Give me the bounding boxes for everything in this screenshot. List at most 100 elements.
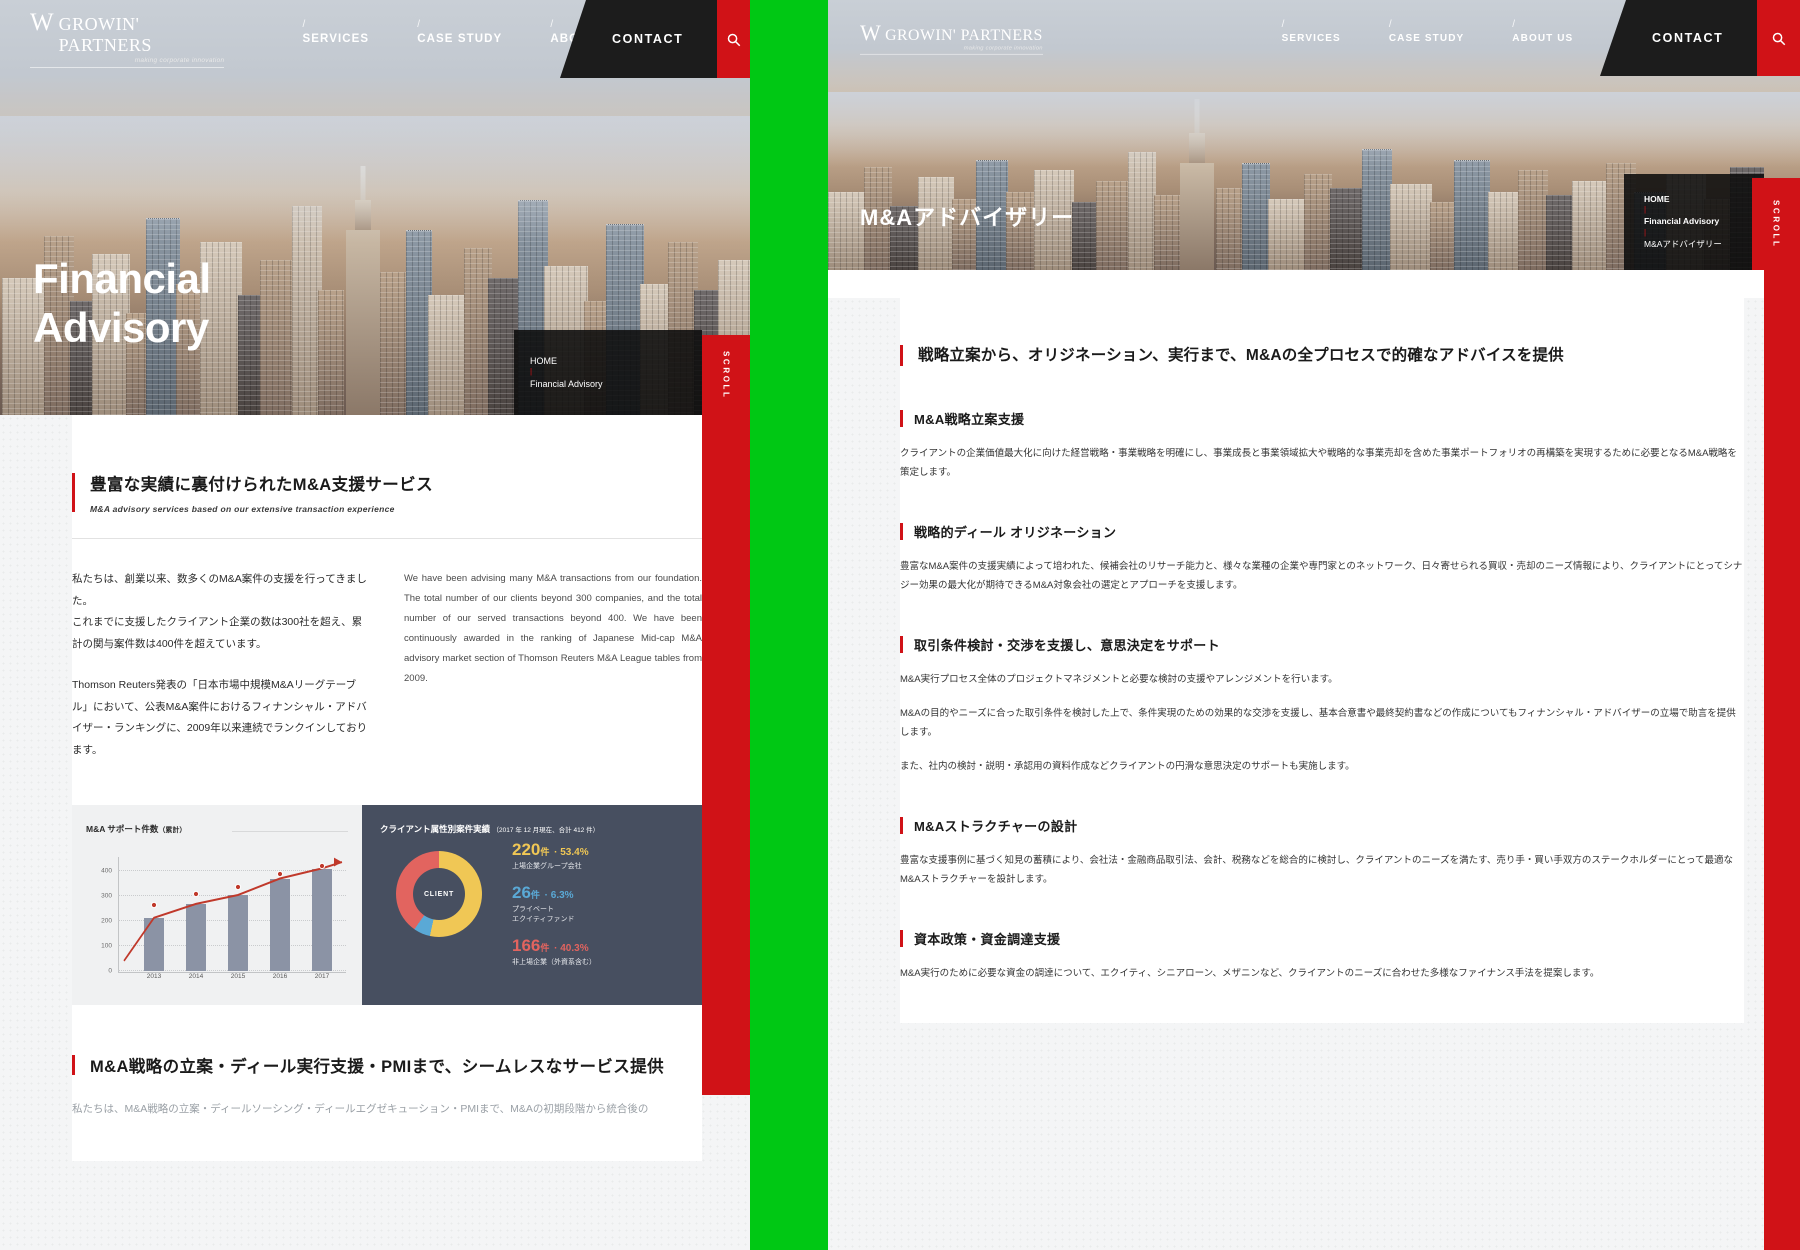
service-body-origination: 豊富なM&A案件の支援実績によって培われた、候補会社のリサーチ能力と、様々な業種… [900, 561, 1743, 592]
header-actions-right: CONTACT [1600, 0, 1800, 76]
lead-heading-text: 戦略立案から、オリジネーション、実行まで、M&Aの全プロセスで的確なアドバイスを… [918, 347, 1564, 364]
legend-item-unlisted: 166件 · 40.3% 非上場企業（外資系含む） [512, 937, 596, 969]
donut-chart: CLIENT [396, 851, 482, 938]
contact-button-right[interactable]: CONTACT [1600, 0, 1758, 76]
breadcrumb-item-current: Financial Advisory [530, 378, 603, 389]
bar-chart-plot: 400 300 200 100 0 [101, 857, 346, 974]
logo-wordmark: GROWIN' PARTNERS [58, 14, 152, 55]
trend-points [150, 863, 326, 909]
donut-center-label: CLIENT [413, 868, 465, 921]
service-section-capital: 資本政策・資金調達支援 M&A実行のために必要な資金の調達について、エクイティ、… [900, 929, 1744, 983]
legend-item-pe-fund: 26件 · 6.3% プライベート エクイティファンド [512, 884, 596, 926]
x-label-2013: 2013 [146, 973, 162, 981]
y-tick-0: 0 [108, 967, 112, 975]
stat-label-listed: 上場企業グループ会社 [512, 863, 582, 871]
stat-pct-pe: · 6.3% [544, 889, 574, 901]
stat-count-unlisted: 166 [512, 935, 541, 955]
bar-chart-title-text: M&A サポート件数 [86, 824, 159, 835]
service-title-capital: 資本政策・資金調達支援 [900, 929, 1744, 948]
paragraph-jp-2: Thomson Reuters発表の「日本市場中規模M&Aリーグテーブル」におい… [72, 679, 368, 756]
x-label-2017: 2017 [314, 973, 330, 981]
donut-legend: 220件 · 53.4% 上場企業グループ会社 26件 · 6.3% プライベー… [512, 841, 596, 979]
donut-chart-panel: クライアント属性別案件実績 （2017 年 12 月現在、合計 412 件） C… [362, 805, 702, 1006]
contact-button[interactable]: CONTACT [560, 0, 718, 78]
logo-mark-right: W [860, 20, 881, 45]
stat-unit-pe: 件 [530, 889, 540, 900]
y-tick-200: 200 [101, 917, 112, 925]
content-body-left: 豊富な実績に裏付けられたM&A支援サービス M&A advisory servi… [0, 415, 750, 1250]
site-logo-right[interactable]: W GROWIN' PARTNERS making corporate inno… [860, 22, 1043, 55]
nav-item-case-study[interactable]: CASE STUDY [393, 19, 526, 45]
service-section-structure: M&Aストラクチャーの設計 豊富な支援事例に基づく知見の蓄積により、会社法・金融… [900, 816, 1744, 889]
section-paragraph-seamless: 私たちは、M&A戦略の立案・ディールソーシング・ディールエグゼキューション・PM… [72, 1103, 649, 1116]
logo-tagline: making corporate innovation [134, 57, 225, 64]
content-body-right: 戦略立案から、オリジネーション、実行まで、M&Aの全プロセスで的確なアドバイスを… [828, 298, 1800, 1250]
lead-heading-block: 戦略立案から、オリジネーション、実行まで、M&Aの全プロセスで的確なアドバイスを… [900, 342, 1744, 369]
nav-item-about-us-right[interactable]: ABOUT US [1488, 19, 1597, 44]
search-button[interactable] [717, 0, 750, 78]
stat-pct-unlisted: · 40.3% [554, 942, 589, 954]
paragraph-en: We have been advising many M&A transacti… [404, 573, 702, 684]
bar-chart-panel: M&A サポート件数（累計） 400 300 200 100 0 2013 20… [72, 805, 362, 1006]
y-tick-300: 300 [101, 892, 112, 900]
hero-title-right: M&Aアドバイザリー [860, 205, 1075, 230]
site-logo[interactable]: W GROWIN' PARTNERS making corporate inno… [30, 9, 225, 68]
hero-title-line2: Advisory [33, 304, 209, 352]
stat-label-pe: プライベート エクイティファンド [512, 905, 575, 924]
service-section-negotiation: 取引条件検討・交渉を支援し、意思決定をサポート M&A実行プロセス全体のプロジェ… [900, 635, 1744, 776]
nav-item-services-right[interactable]: SERVICES [1258, 19, 1365, 44]
hero-right: W GROWIN' PARTNERS making corporate inno… [828, 0, 1800, 270]
hero-title-left: Financial Advisory [33, 254, 211, 353]
logo-wordmark-right: GROWIN' PARTNERS [885, 25, 1043, 43]
nav-item-services[interactable]: SERVICES [278, 19, 393, 45]
logo-mark: W [30, 9, 54, 36]
service-section-strategy: M&A戦略立案支援 クライアントの企業価値最大化に向けた経営戦略・事業戦略を明確… [900, 409, 1744, 482]
search-button-right[interactable] [1757, 0, 1800, 76]
service-body-negotiation-1: M&A実行プロセス全体のプロジェクトマネジメントと必要な検討の支援やアレンジメン… [900, 674, 1338, 686]
side-rail-left [702, 415, 750, 1095]
service-body-strategy: クライアントの企業価値最大化に向けた経営戦略・事業戦略を明確にし、事業成長と事業… [900, 448, 1737, 479]
service-body-negotiation-3: また、社内の検討・説明・承認用の資料作成などクライアントの円滑な意思決定のサポー… [900, 761, 1355, 773]
x-label-2015: 2015 [230, 973, 246, 981]
scroll-rail-right[interactable]: SCROLL [1752, 178, 1800, 270]
scroll-label: SCROLL [721, 350, 731, 400]
column-english: We have been advising many M&A transacti… [404, 569, 702, 761]
y-tick-400: 400 [101, 867, 112, 875]
x-label-2016: 2016 [272, 973, 288, 981]
stat-label-unlisted: 非上場企業（外資系含む） [512, 958, 596, 966]
donut-chart-title-note: （2017 年 12 月現在、合計 412 件） [492, 827, 600, 835]
breadcrumb-right-sep1: | [1644, 205, 1647, 215]
screenshot-stage: W GROWIN' PARTNERS making corporate inno… [0, 0, 1800, 1250]
breadcrumb-right-financial[interactable]: Financial Advisory [1644, 215, 1764, 229]
bar-chart-title-rule [232, 831, 348, 833]
section-heading-en: M&A advisory services based on our exten… [90, 504, 395, 514]
donut-chart-title-text: クライアント属性別案件実績 [380, 824, 491, 835]
paragraph-jp-1: 私たちは、創業以来、数多くのM&A案件の支援を行ってきました。 これまでに支援し… [72, 573, 367, 650]
legend-item-listed: 220件 · 53.4% 上場企業グループ会社 [512, 841, 596, 873]
bar-chart-x-labels: 2013 2014 2015 2016 2017 [118, 973, 346, 991]
scroll-rail-left[interactable]: SCROLL [702, 335, 750, 415]
two-column-body: 私たちは、創業以来、数多くのM&A案件の支援を行ってきました。 これまでに支援し… [72, 569, 702, 761]
service-section-origination: 戦略的ディール オリジネーション 豊富なM&A案件の支援実績によって培われた、候… [900, 522, 1744, 595]
logo-underline [30, 67, 225, 68]
donut-chart-title: クライアント属性別案件実績 （2017 年 12 月現在、合計 412 件） [380, 823, 686, 835]
breadcrumb-right: HOME | Financial Advisory | M&Aアドバイザリー [1624, 174, 1764, 270]
site-header-left: W GROWIN' PARTNERS making corporate inno… [0, 0, 750, 78]
breadcrumb-right-sep2: | [1644, 227, 1647, 237]
left-browser-panel: W GROWIN' PARTNERS making corporate inno… [0, 0, 750, 1250]
bar-chart-title-note: （累計） [158, 827, 187, 835]
section-heading-seamless-text: M&A戦略の立案・ディール実行支援・PMIまで、シームレスなサービス提供 [90, 1058, 665, 1077]
infographic: M&A サポート件数（累計） 400 300 200 100 0 2013 20… [72, 805, 702, 1006]
site-header-right: W GROWIN' PARTNERS making corporate inno… [828, 0, 1800, 76]
stat-unit-listed: 件 [540, 847, 550, 858]
logo-underline-right [860, 53, 1043, 55]
service-body-negotiation-2: M&Aの目的やニーズに合った取引条件を検討した上で、条件実現のための効果的な交渉… [900, 708, 1736, 739]
column-japanese: 私たちは、創業以来、数多くのM&A案件の支援を行ってきました。 これまでに支援し… [72, 569, 370, 761]
breadcrumb-separator: | [530, 367, 533, 377]
logo-tagline-right: making corporate innovation [963, 44, 1043, 51]
nav-item-case-study-right[interactable]: CASE STUDY [1365, 19, 1488, 44]
breadcrumb-right-home[interactable]: HOME [1644, 193, 1764, 207]
service-title-negotiation: 取引条件検討・交渉を支援し、意思決定をサポート [900, 635, 1744, 654]
hero-left: W GROWIN' PARTNERS making corporate inno… [0, 0, 750, 415]
breadcrumb-item-home[interactable]: HOME [530, 354, 702, 368]
